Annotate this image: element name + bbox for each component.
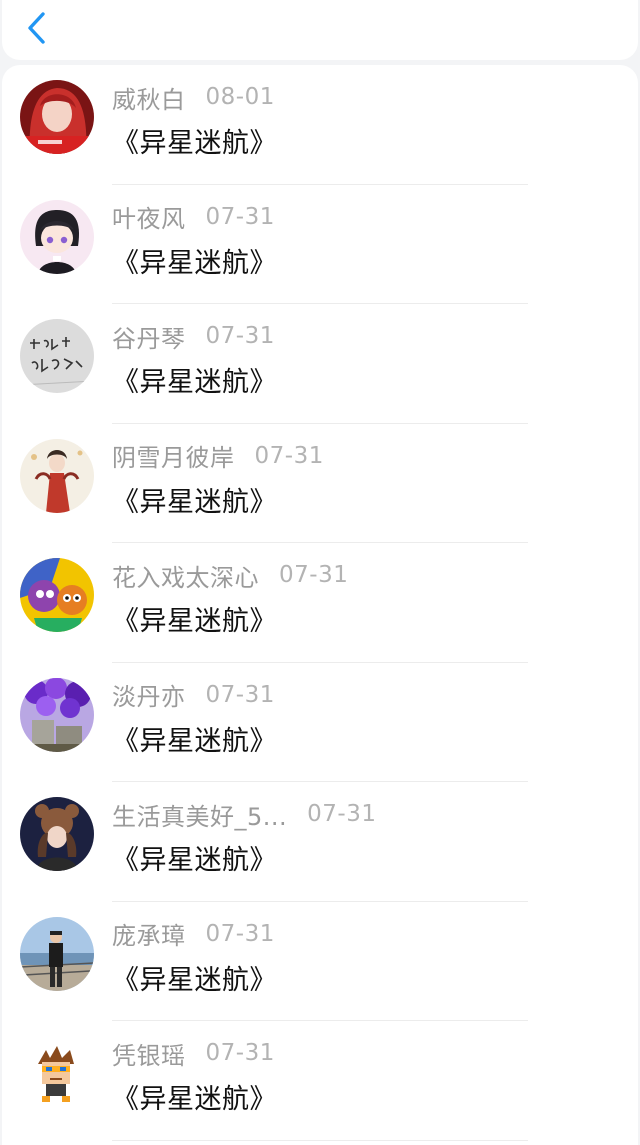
back-button[interactable] [20,9,52,47]
list-item[interactable]: 花入戏太深心 07-31 《异星迷航》 [2,543,638,663]
user-list-panel: 威秋白 08-01 《异星迷航》 叶夜风 07-31 《异星迷航》 谷丹琴 07… [2,65,638,1145]
book-title: 《异星迷航》 [112,486,277,518]
avatar [20,558,94,632]
book-title: 《异星迷航》 [112,367,277,398]
list-item[interactable]: 庞承璋 07-31 《异星迷航》 [2,902,638,1021]
post-date: 08-01 [205,84,275,110]
avatar [20,438,94,513]
book-title: 《异星迷航》 [112,128,277,159]
user-name: 谷丹琴 [112,324,186,353]
book-title: 《异星迷航》 [112,1084,277,1115]
user-name: 叶夜风 [112,205,186,233]
book-title: 《异星迷航》 [112,725,277,757]
post-date: 07-31 [254,442,324,469]
post-date: 07-31 [205,203,275,230]
item-meta: 庞承璋 07-31 [112,919,275,951]
user-name: 庞承璋 [112,922,186,950]
top-navigation-bar [2,0,638,60]
book-title: 《异星迷航》 [112,606,277,637]
post-date: 07-31 [279,562,349,588]
user-name: 淡丹亦 [112,683,186,711]
user-name: 生活真美好_5... [112,802,288,831]
book-title: 《异星迷航》 [112,247,277,279]
post-date: 07-31 [205,1040,275,1066]
post-date: 07-31 [307,801,377,827]
avatar [20,916,94,991]
avatar [20,677,94,752]
item-meta: 谷丹琴 07-31 [112,321,275,353]
list-item[interactable]: 叶夜风 07-31 《异星迷航》 [2,185,638,304]
item-meta: 生活真美好_5... 07-31 [112,799,377,831]
list-item[interactable]: 凭银瑶 07-31 《异星迷航》 [2,1021,638,1141]
post-date: 07-31 [205,681,275,708]
item-meta: 淡丹亦 07-31 [112,680,275,712]
list-item[interactable]: 阴雪月彼岸 07-31 《异星迷航》 [2,424,638,543]
item-meta: 叶夜风 07-31 [112,202,275,234]
avatar [20,80,94,154]
avatar [20,319,94,393]
book-title: 《异星迷航》 [112,845,277,876]
list-item[interactable]: 谷丹琴 07-31 《异星迷航》 [2,304,638,424]
user-name: 阴雪月彼岸 [112,444,235,472]
item-meta: 阴雪月彼岸 07-31 [112,441,324,473]
list-item[interactable]: 威秋白 08-01 《异星迷航》 [2,65,638,185]
user-name: 花入戏太深心 [112,563,259,592]
item-meta: 花入戏太深心 07-31 [112,560,349,592]
avatar [20,1036,94,1110]
divider [112,1139,528,1141]
list-item[interactable]: 生活真美好_5... 07-31 《异星迷航》 [2,782,638,902]
post-date: 07-31 [205,920,275,947]
user-name: 威秋白 [112,85,186,114]
book-title: 《异星迷航》 [112,964,277,996]
chevron-left-icon [28,12,45,44]
list-item[interactable]: 淡丹亦 07-31 《异星迷航》 [2,663,638,782]
avatar [20,797,94,871]
avatar [20,199,94,274]
item-meta: 威秋白 08-01 [112,82,275,114]
user-name: 凭银瑶 [112,1041,186,1070]
post-date: 07-31 [205,323,275,349]
item-meta: 凭银瑶 07-31 [112,1038,275,1070]
